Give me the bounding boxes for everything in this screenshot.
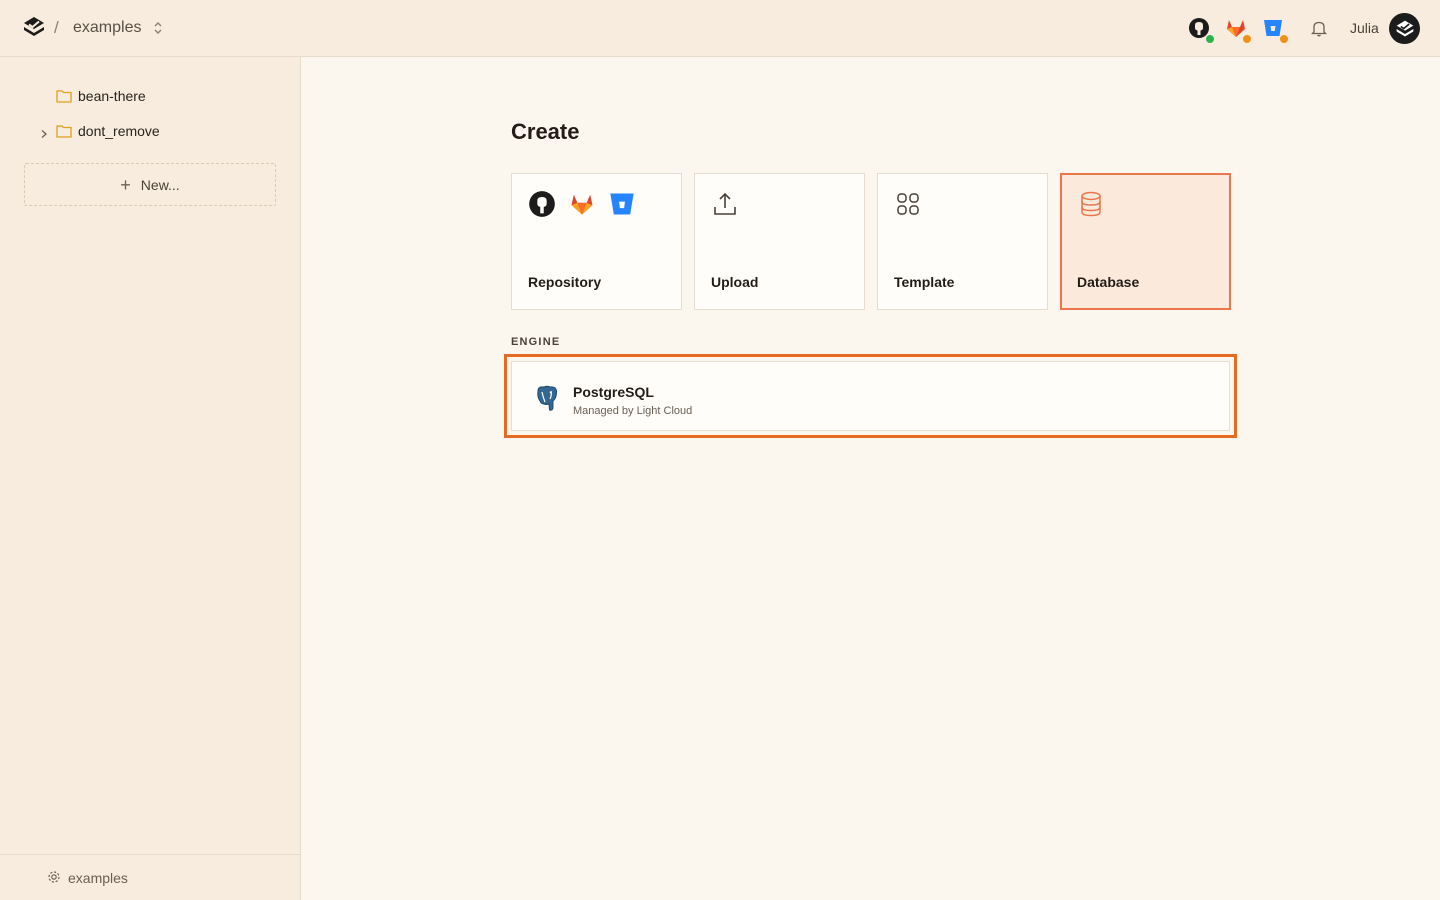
app-logo-icon[interactable] [22, 16, 46, 40]
folder-icon [56, 124, 72, 138]
plus-icon: + [120, 174, 131, 195]
engine-option-postgresql[interactable]: PostgreSQL Managed by Light Cloud [504, 354, 1237, 438]
engine-section-label: ENGINE [511, 336, 561, 348]
database-card-icons [1077, 190, 1105, 223]
sidebar-item-bean-there[interactable]: bean-there [0, 83, 300, 109]
template-card-label: Template [894, 274, 955, 290]
user-name[interactable]: Julia [1350, 20, 1379, 36]
template-card-icons [894, 190, 922, 223]
chevron-right-icon[interactable] [39, 126, 49, 138]
github-icon [528, 190, 556, 223]
chevron-up-down-icon[interactable] [151, 20, 165, 36]
new-button[interactable]: + New... [24, 163, 276, 206]
engine-name: PostgreSQL [573, 384, 654, 400]
github-status-dot [1205, 34, 1215, 44]
upload-card-label: Upload [711, 274, 759, 290]
database-card[interactable]: Database [1060, 173, 1231, 310]
sidebar-item-label: dont_remove [78, 123, 160, 139]
bitbucket-icon [608, 190, 636, 223]
grid-icon [894, 190, 922, 223]
sidebar-item-label: bean-there [78, 88, 146, 104]
sidebar-footer[interactable]: examples [0, 854, 300, 900]
repository-card[interactable]: Repository [511, 173, 682, 310]
sidebar: bean-there dont_remove + New... examples [0, 57, 301, 900]
engine-description: Managed by Light Cloud [573, 405, 693, 417]
engine-option-card[interactable]: PostgreSQL Managed by Light Cloud [511, 361, 1230, 431]
gitlab-icon[interactable] [1224, 16, 1252, 44]
repository-card-label: Repository [528, 274, 602, 290]
database-icon [1077, 190, 1105, 223]
upload-icon [711, 190, 739, 223]
bitbucket-icon[interactable] [1261, 16, 1289, 44]
postgresql-icon [532, 384, 562, 414]
template-card[interactable]: Template [877, 173, 1048, 310]
breadcrumb-separator: / [54, 18, 59, 37]
project-settings-label: examples [68, 870, 128, 886]
gitlab-icon [568, 190, 596, 223]
gear-icon [47, 870, 61, 884]
top-bar: / examples Julia [0, 0, 1440, 57]
sidebar-item-dont-remove[interactable]: dont_remove [0, 118, 300, 144]
project-name[interactable]: examples [73, 19, 141, 37]
gitlab-status-dot [1242, 34, 1252, 44]
upload-card[interactable]: Upload [694, 173, 865, 310]
folder-icon [56, 89, 72, 103]
bell-icon[interactable] [1309, 18, 1329, 38]
new-button-label: New... [140, 176, 180, 193]
bitbucket-status-dot [1279, 34, 1289, 44]
github-icon[interactable] [1187, 16, 1215, 44]
page-title: Create [511, 119, 580, 144]
repository-card-icons [528, 190, 636, 223]
avatar[interactable] [1389, 13, 1420, 44]
upload-card-icons [711, 190, 739, 223]
database-card-label: Database [1077, 274, 1140, 290]
